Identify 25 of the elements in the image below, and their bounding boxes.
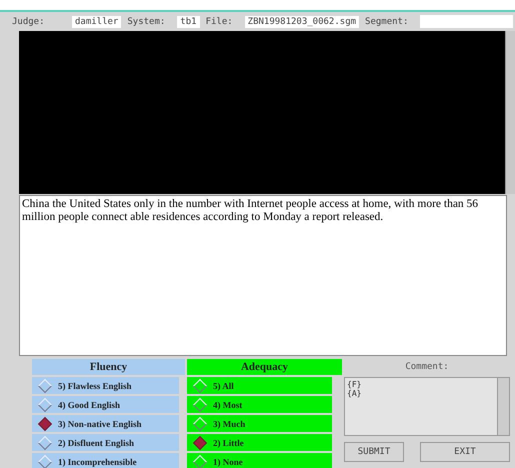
radio-option[interactable]: 4) Good English [32,396,179,413]
action-button[interactable]: EXIT [420,442,510,462]
radio-option[interactable]: 3) Non-native English [32,415,179,432]
radio-option[interactable]: 3) Much [187,415,332,432]
field-label: Segment: [365,16,408,26]
text-field[interactable] [420,15,513,28]
radio-option[interactable]: 5) All [187,377,332,394]
text-field[interactable]: damiller [72,16,122,28]
radio-option[interactable]: 1) None [187,453,332,468]
text-field[interactable]: ZBN19981203_0062.sgm [244,16,360,28]
radio-option[interactable]: 4) Most [187,396,332,413]
field-label: File: [206,16,233,26]
field-label: System: [127,16,166,26]
scrollbar[interactable] [505,31,515,194]
text-field[interactable]: tb1 [177,16,200,28]
radio-option[interactable]: 2) Little [187,434,332,451]
column-header: Adequacy [187,359,342,375]
radio-option[interactable]: 5) Flawless English [32,377,179,394]
radio-option[interactable]: 2) Disfluent English [32,434,179,451]
comment-label: Comment: [404,361,450,374]
column-header: Fluency [32,359,185,375]
radio-option[interactable]: 1) Incomprehensible [32,453,179,468]
field-label: Judge: [12,16,46,26]
translation-text[interactable]: China the United States only in the number with Internet people access at home, with more than 56 million people connect able residences according to Monday a report released. [19,195,507,356]
action-button[interactable]: SUBMIT [344,442,404,462]
